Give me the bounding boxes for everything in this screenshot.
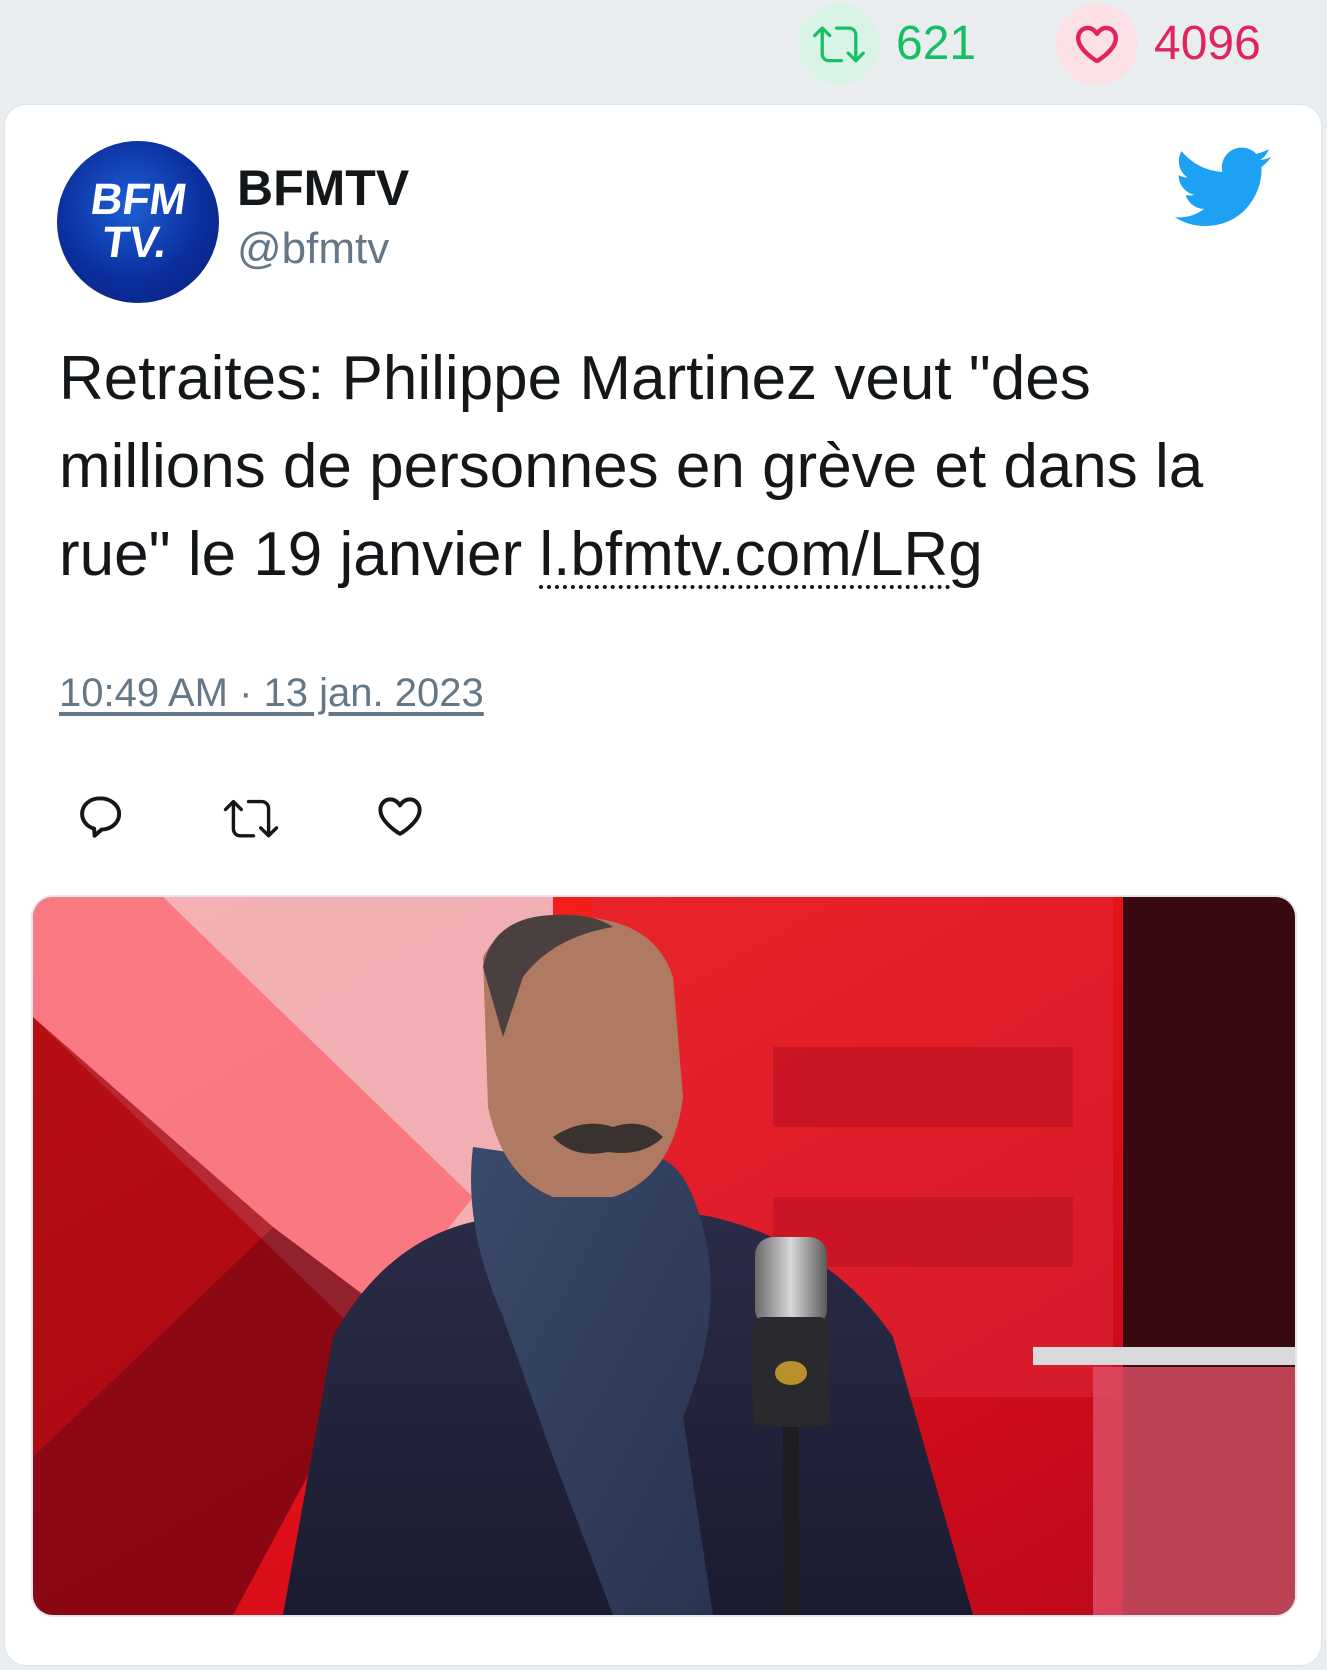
reply-icon — [80, 796, 122, 838]
avatar-text-line2: TV. — [99, 218, 170, 267]
tweet-card: BFM TV. BFMTV @bfmtv Retraites: Philippe… — [4, 104, 1322, 1666]
heart-icon — [378, 797, 422, 836]
retweet-icon — [813, 26, 865, 63]
heart-icon — [1076, 25, 1118, 64]
tweet-link[interactable]: l.bfmtv.com/LRg — [539, 520, 982, 589]
like-stat-circle — [1056, 3, 1138, 85]
studio-photo — [33, 897, 1295, 1615]
author-handle[interactable]: @bfmtv — [237, 227, 389, 271]
author-name[interactable]: BFMTV — [237, 163, 409, 213]
retweet-button[interactable] — [223, 791, 279, 847]
retweet-stat-circle — [798, 3, 880, 85]
avatar-text-line1: BFM — [88, 175, 190, 224]
twitter-bird-icon[interactable] — [1175, 147, 1273, 229]
avatar[interactable]: BFM TV. — [57, 141, 219, 303]
engagement-stats-bar: 621 4096 — [0, 0, 1327, 100]
retweet-icon — [223, 799, 279, 838]
like-stat[interactable]: 4096 — [1056, 3, 1261, 85]
like-count: 4096 — [1154, 17, 1261, 70]
bfmtv-logo: BFM TV. — [88, 175, 190, 267]
tweet-media-image[interactable] — [31, 895, 1297, 1617]
tweet-text: Retraites: Philippe Martinez veut "des m… — [59, 335, 1289, 599]
like-button[interactable] — [375, 791, 431, 847]
reply-button[interactable] — [75, 791, 131, 847]
retweet-count: 621 — [896, 17, 977, 70]
retweet-stat[interactable]: 621 — [798, 3, 977, 85]
tweet-timestamp[interactable]: 10:49 AM · 13 jan. 2023 — [59, 671, 484, 716]
